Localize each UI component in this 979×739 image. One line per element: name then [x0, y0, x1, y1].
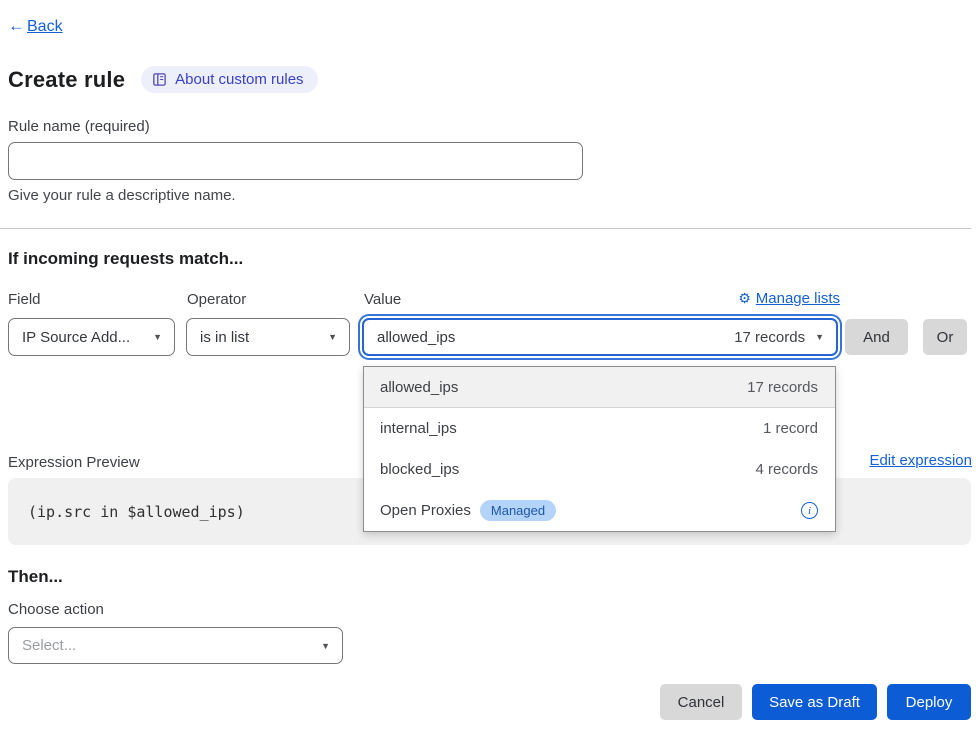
edit-expression-link[interactable]: Edit expression	[869, 452, 972, 469]
chevron-down-icon: ▼	[815, 332, 824, 342]
title-row: Create rule About custom rules	[8, 66, 318, 93]
list-item-allowed-ips[interactable]: allowed_ips 17 records	[364, 367, 835, 408]
chevron-down-icon: ▼	[153, 332, 162, 342]
operator-select[interactable]: is in list ▼	[186, 318, 350, 356]
back-link-label: Back	[27, 18, 63, 35]
about-custom-rules-link[interactable]: About custom rules	[141, 66, 317, 93]
and-button[interactable]: And	[845, 319, 908, 355]
list-item-blocked-ips[interactable]: blocked_ips 4 records	[364, 449, 835, 490]
value-label: Value	[364, 291, 401, 308]
action-select[interactable]: Select... ▼	[8, 627, 343, 664]
manage-lists-label: Manage lists	[756, 290, 840, 307]
list-item-count: 4 records	[755, 461, 818, 478]
operator-label: Operator	[187, 291, 246, 308]
list-item-name: internal_ips	[380, 420, 457, 437]
about-custom-rules-label: About custom rules	[175, 71, 303, 88]
managed-badge: Managed	[480, 500, 556, 521]
list-dropdown-menu: allowed_ips 17 records internal_ips 1 re…	[363, 366, 836, 532]
list-item-name: Open Proxies	[380, 502, 471, 519]
expression-preview-label: Expression Preview	[8, 454, 140, 471]
match-section-heading: If incoming requests match...	[8, 249, 243, 269]
value-select-value: allowed_ips	[377, 329, 455, 346]
list-item-count: 17 records	[747, 379, 818, 396]
cancel-button[interactable]: Cancel	[660, 684, 742, 720]
back-arrow-icon: ←	[8, 16, 25, 36]
info-icon[interactable]: i	[801, 502, 818, 519]
then-section-heading: Then...	[8, 567, 63, 587]
section-divider	[0, 228, 971, 229]
list-item-open-proxies[interactable]: Open Proxies Managed i	[364, 490, 835, 531]
rule-name-label: Rule name (required)	[8, 118, 150, 135]
value-select-count: 17 records	[734, 329, 805, 346]
list-item-name: allowed_ips	[380, 379, 458, 396]
chevron-down-icon: ▼	[321, 641, 330, 651]
create-rule-page: ←Back Create rule About custom rules Rul…	[0, 0, 979, 739]
rule-name-helper: Give your rule a descriptive name.	[8, 187, 236, 204]
field-select-value: IP Source Add...	[22, 329, 130, 346]
back-link[interactable]: ←Back	[8, 16, 63, 36]
action-select-placeholder: Select...	[22, 637, 76, 654]
rule-name-input[interactable]	[8, 142, 583, 180]
field-label: Field	[8, 291, 41, 308]
manage-lists-link[interactable]: ⚙ Manage lists	[738, 290, 840, 307]
value-select[interactable]: allowed_ips 17 records ▼	[362, 318, 838, 356]
list-item-name: blocked_ips	[380, 461, 459, 478]
field-select[interactable]: IP Source Add... ▼	[8, 318, 175, 356]
operator-select-value: is in list	[200, 329, 249, 346]
or-button[interactable]: Or	[923, 319, 967, 355]
expression-code: (ip.src in $allowed_ips)	[8, 503, 245, 521]
list-item-count: 1 record	[763, 420, 818, 437]
chevron-down-icon: ▼	[328, 332, 337, 342]
save-as-draft-button[interactable]: Save as Draft	[752, 684, 877, 720]
book-icon	[152, 72, 167, 87]
gear-icon: ⚙	[738, 290, 751, 307]
deploy-button[interactable]: Deploy	[887, 684, 971, 720]
page-title: Create rule	[8, 67, 125, 93]
list-item-internal-ips[interactable]: internal_ips 1 record	[364, 408, 835, 449]
choose-action-label: Choose action	[8, 601, 104, 618]
